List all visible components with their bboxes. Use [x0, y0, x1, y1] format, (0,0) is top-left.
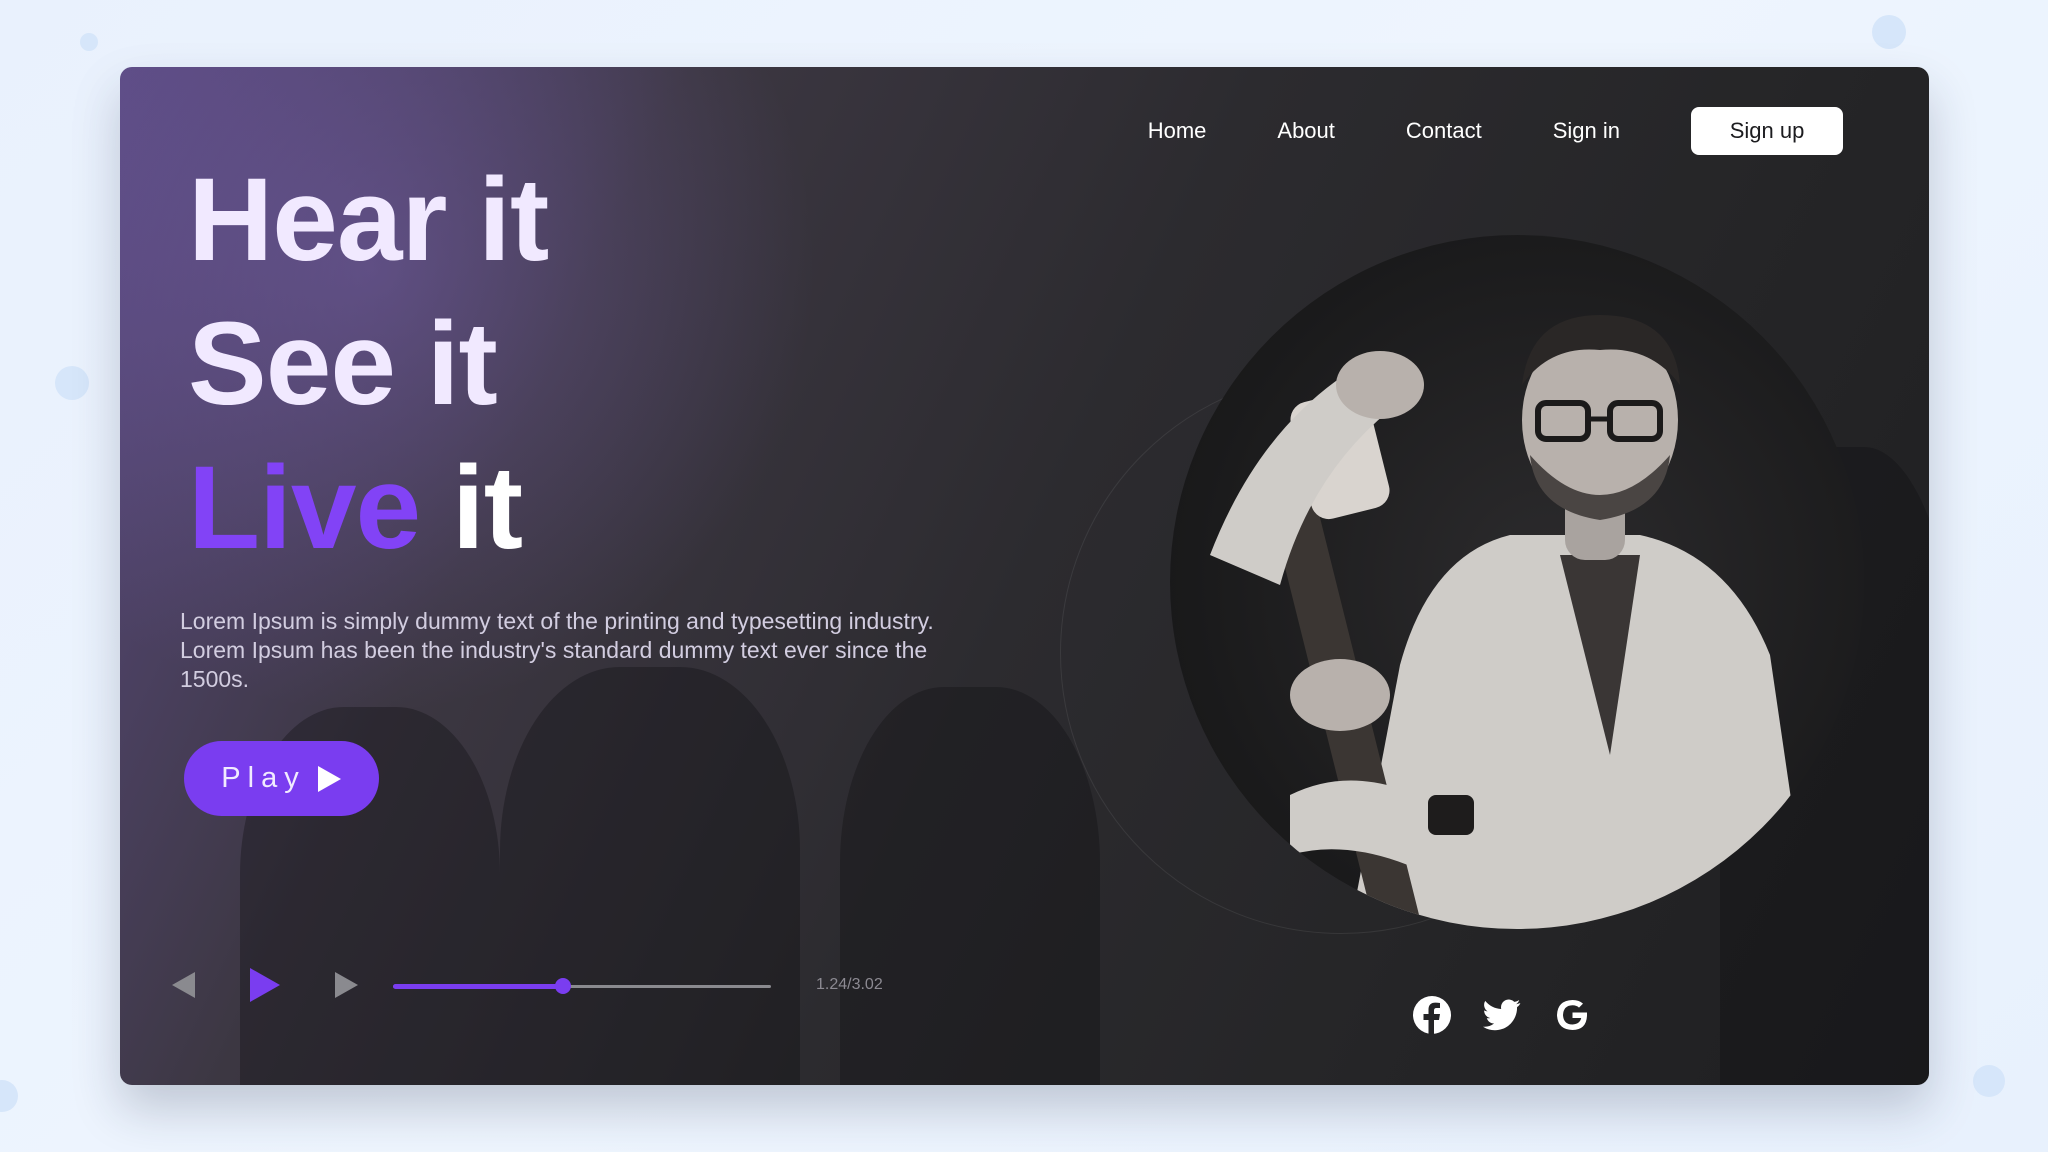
guitarist-illustration	[1210, 315, 1810, 929]
play-button-label: Play	[221, 762, 306, 794]
play-triangle-icon	[317, 765, 341, 792]
top-nav: Home About Contact Sign in Sign up	[1148, 107, 1843, 155]
nav-home-link[interactable]: Home	[1148, 118, 1207, 144]
hero-accent-word: Live	[188, 442, 421, 574]
decorative-dot	[80, 33, 98, 51]
next-track-icon[interactable]	[334, 970, 360, 1000]
facebook-icon[interactable]	[1410, 993, 1454, 1037]
decorative-dot	[55, 366, 89, 400]
progress-fill	[393, 984, 564, 989]
previous-track-icon[interactable]	[170, 970, 196, 1000]
hero-heading: Hear it See it Live it	[188, 148, 549, 580]
progress-track[interactable]	[393, 978, 771, 994]
google-icon[interactable]	[1550, 993, 1594, 1037]
twitter-icon[interactable]	[1480, 993, 1524, 1037]
decorative-dot	[1973, 1065, 2005, 1097]
audio-player: 1.24/3.02	[170, 960, 930, 1010]
hero-line-live: Live it	[188, 436, 548, 580]
artist-portrait	[1170, 235, 1864, 929]
hero-line-see: See it	[188, 298, 498, 430]
hero-description: Lorem Ipsum is simply dummy text of the …	[180, 608, 934, 692]
play-button[interactable]: Play	[184, 741, 379, 816]
progress-knob[interactable]	[555, 978, 572, 994]
nav-about-link[interactable]: About	[1277, 118, 1335, 144]
hero-line-hear: Hear it	[188, 154, 549, 286]
crowd-silhouette	[840, 687, 1100, 1085]
play-icon[interactable]	[248, 967, 282, 1003]
signup-button[interactable]: Sign up	[1691, 107, 1843, 155]
nav-signin-link[interactable]: Sign in	[1553, 118, 1620, 144]
nav-contact-link[interactable]: Contact	[1406, 118, 1482, 144]
hero-card: Home About Contact Sign in Sign up Hear …	[120, 67, 1929, 1085]
time-readout: 1.24/3.02	[816, 976, 883, 993]
decorative-dot	[1872, 15, 1906, 49]
decorative-dot	[0, 1080, 18, 1112]
hero-line-live-rest: it	[420, 442, 523, 574]
crowd-silhouette	[500, 667, 800, 1085]
